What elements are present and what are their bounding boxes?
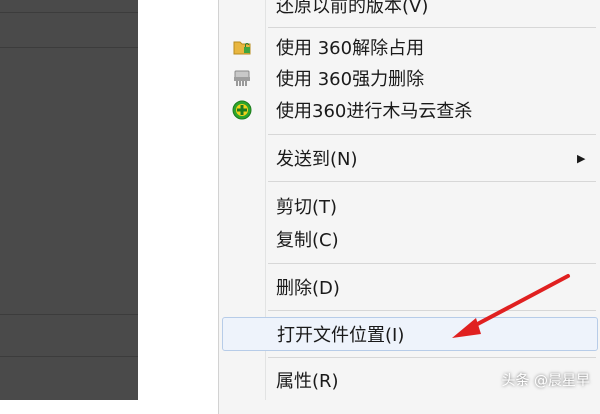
folder-unlock-icon bbox=[232, 37, 252, 57]
menu-item-open-file-location[interactable]: 打开文件位置(I) bbox=[222, 317, 598, 351]
shredder-icon bbox=[232, 68, 252, 88]
menu-item-label: 发送到(N) bbox=[276, 149, 358, 170]
menu-item-label: 打开文件位置(I) bbox=[277, 325, 405, 346]
menu-item-label: 复制(C) bbox=[276, 230, 339, 251]
menu-item-label: 使用 360强力删除 bbox=[276, 69, 425, 90]
panel-divider bbox=[0, 356, 138, 357]
submenu-arrow-icon: ▶ bbox=[577, 151, 586, 165]
menu-separator bbox=[268, 263, 596, 264]
menu-item-label: 剪切(T) bbox=[276, 197, 338, 218]
menu-item-label: 删除(D) bbox=[276, 278, 340, 299]
panel-divider bbox=[0, 314, 138, 315]
menu-item-copy[interactable]: 复制(C) bbox=[222, 224, 598, 254]
panel-divider bbox=[0, 12, 138, 13]
menu-item-label: 使用 360解除占用 bbox=[276, 38, 425, 59]
menu-item-360-force-delete[interactable]: 使用 360强力删除 bbox=[222, 63, 598, 93]
menu-item-360-unlock[interactable]: 使用 360解除占用 bbox=[222, 32, 598, 62]
menu-item-restore-previous-versions[interactable]: 还原以前的版本(V) bbox=[222, 0, 598, 20]
menu-separator bbox=[268, 357, 596, 358]
menu-separator bbox=[268, 134, 596, 135]
shield-scan-icon bbox=[232, 100, 252, 120]
menu-item-cut[interactable]: 剪切(T) bbox=[222, 191, 598, 221]
menu-item-label: 使用360进行木马云查杀 bbox=[276, 101, 473, 122]
menu-separator bbox=[268, 310, 596, 311]
panel-divider bbox=[0, 47, 138, 48]
menu-separator bbox=[268, 27, 596, 28]
menu-item-label: 属性(R) bbox=[276, 371, 339, 392]
menu-item-label: 还原以前的版本(V) bbox=[276, 0, 429, 17]
menu-item-delete[interactable]: 删除(D) bbox=[222, 272, 598, 302]
menu-item-360-trojan-scan[interactable]: 使用360进行木马云查杀 bbox=[222, 95, 598, 125]
menu-separator bbox=[268, 181, 596, 182]
watermark: 头条 @晨星早 bbox=[501, 373, 590, 389]
menu-item-send-to[interactable]: 发送到(N) ▶ bbox=[222, 143, 598, 173]
background-window-panel bbox=[0, 0, 138, 400]
